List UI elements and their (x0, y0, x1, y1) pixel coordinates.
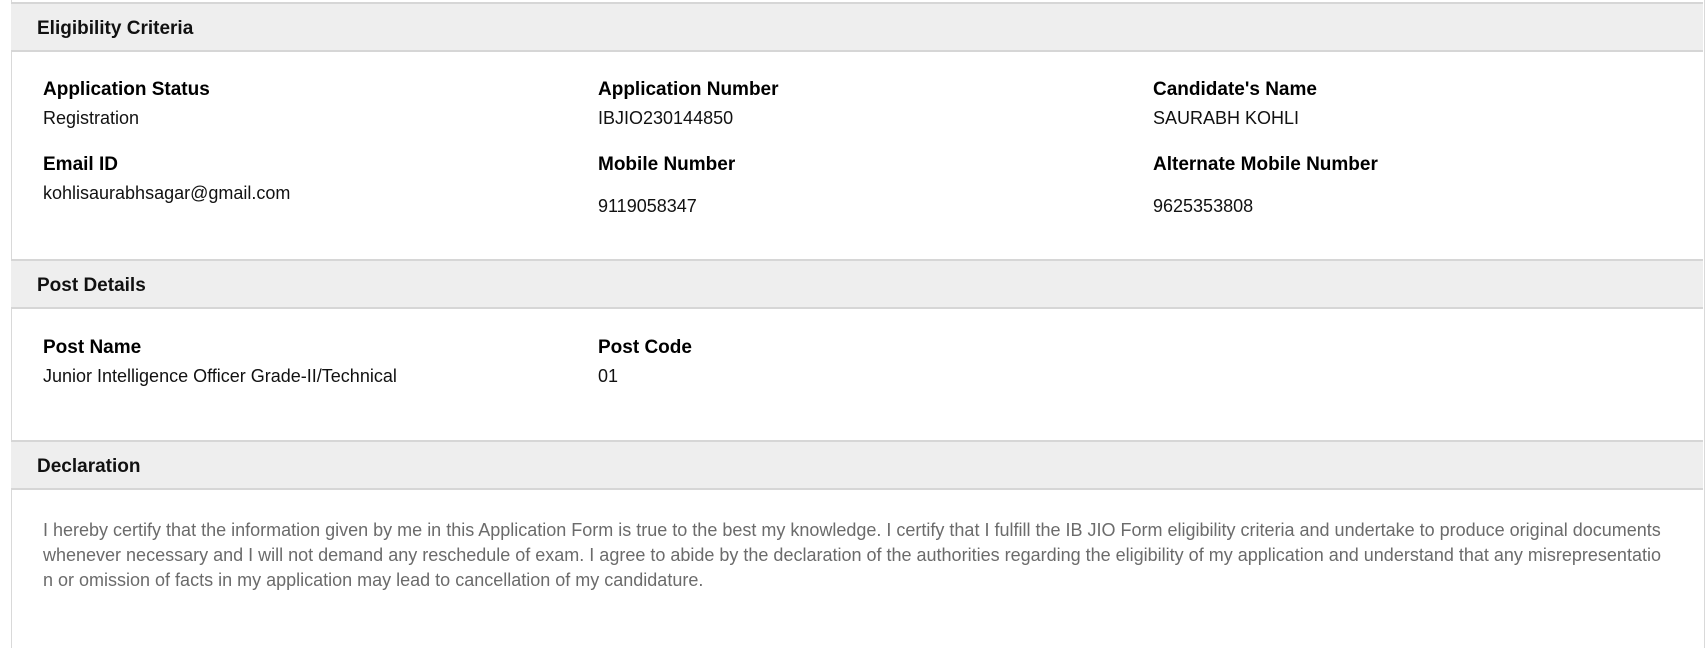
application-status-field: Application Status Registration (43, 78, 210, 130)
application-status-label: Application Status (43, 79, 210, 100)
candidate-name-label: Candidate's Name (1153, 79, 1317, 100)
email-id-value: kohlisaurabhsagar@gmail.com (43, 183, 291, 203)
alternate-mobile-number-label: Alternate Mobile Number (1153, 154, 1378, 175)
email-id-label: Email ID (43, 154, 118, 175)
post-code-value: 01 (598, 366, 619, 386)
post-code-field: Post Code 01 (598, 336, 692, 388)
mobile-number-field: Mobile Number 9119058347 (598, 153, 735, 218)
alternate-mobile-number-value: 9625353808 (1153, 196, 1254, 216)
post-name-value: Junior Intelligence Officer Grade-II/Tec… (43, 366, 397, 386)
post-code-label: Post Code (598, 337, 692, 358)
post-name-field: Post Name Junior Intelligence Officer Gr… (43, 336, 397, 388)
declaration-title: Declaration (37, 456, 141, 477)
declaration-text: I hereby certify that the information gi… (43, 520, 1661, 590)
mobile-number-label: Mobile Number (598, 154, 736, 175)
application-number-value: IBJIO230144850 (598, 108, 734, 128)
eligibility-criteria-header: Eligibility Criteria (11, 2, 1703, 52)
eligibility-criteria-title: Eligibility Criteria (37, 18, 194, 39)
post-details-header: Post Details (11, 259, 1703, 309)
email-id-field: Email ID kohlisaurabhsagar@gmail.com (43, 153, 290, 205)
post-name-label: Post Name (43, 337, 142, 358)
application-status-value: Registration (43, 108, 140, 128)
candidate-name-field: Candidate's Name SAURABH KOHLI (1153, 78, 1317, 130)
alternate-mobile-number-field: Alternate Mobile Number 9625353808 (1153, 153, 1378, 218)
application-number-field: Application Number IBJIO230144850 (598, 78, 779, 130)
mobile-number-value: 9119058347 (598, 196, 697, 216)
post-details-title: Post Details (37, 275, 146, 296)
declaration-header: Declaration (11, 440, 1703, 490)
application-preview-page: Eligibility Criteria Application Status … (0, 0, 1706, 648)
candidate-name-value: SAURABH KOHLI (1153, 108, 1300, 128)
application-number-label: Application Number (598, 79, 779, 100)
